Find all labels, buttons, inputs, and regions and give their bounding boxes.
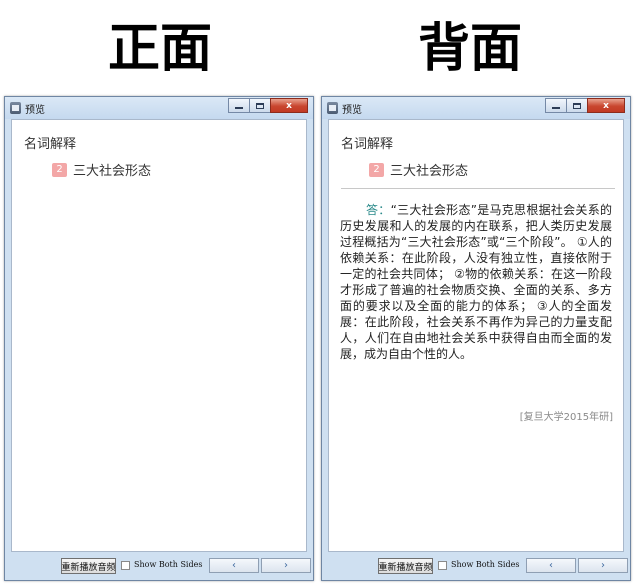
preview-window-back: 预览 x 名词解释 2 三大社会形态 答：“三大社会形态”是马克思根据社会关系的… [321, 96, 631, 581]
card-number-badge: 2 [369, 162, 384, 177]
card-heading: 名词解释 [24, 137, 77, 152]
preview-window-front: 预览 x 名词解释 2 三大社会形态 重新播放音频 Show Both Side… [4, 96, 314, 581]
app-icon [327, 102, 338, 114]
show-both-sides-label[interactable]: Show Both Sides [451, 560, 519, 569]
card-number-badge: 2 [52, 162, 67, 177]
card-heading: 名词解释 [341, 137, 394, 152]
maximize-icon [256, 102, 264, 109]
maximize-icon [573, 102, 581, 109]
minimize-button[interactable] [228, 98, 250, 113]
next-button[interactable]: › [578, 558, 628, 573]
prev-button[interactable]: ‹ [526, 558, 576, 573]
replay-audio-button[interactable]: 重新播放音频 [61, 558, 116, 574]
card-title: 三大社会形态 [390, 164, 469, 179]
card-content: 名词解释 2 三大社会形态 [11, 119, 307, 552]
bottom-bar: 重新播放音频 Show Both Sides ‹ › [322, 552, 630, 580]
minimize-icon [552, 107, 560, 109]
title-bar[interactable]: 预览 x [322, 97, 630, 119]
front-label: 正面 [107, 18, 212, 79]
window-title: 预览 [342, 105, 362, 116]
minimize-button[interactable] [545, 98, 567, 113]
close-button[interactable]: x [587, 98, 625, 113]
close-icon: x [286, 100, 292, 111]
chevron-right-icon: › [284, 560, 288, 571]
prev-button[interactable]: ‹ [209, 558, 259, 573]
maximize-button[interactable] [249, 98, 271, 113]
answer-body: “三大社会形态”是马克思根据社会关系的历史发展和人的发展的内在联系，把人类历史发… [340, 203, 612, 361]
next-button[interactable]: › [261, 558, 311, 573]
close-icon: x [603, 100, 609, 111]
show-both-sides-label[interactable]: Show Both Sides [134, 560, 202, 569]
app-icon [10, 102, 21, 114]
card-title-row: 2 三大社会形态 [52, 160, 151, 179]
maximize-button[interactable] [566, 98, 588, 113]
answer-text: 答：“三大社会形态”是马克思根据社会关系的历史发展和人的发展的内在联系，把人类历… [340, 202, 612, 362]
back-label: 背面 [417, 18, 522, 79]
close-button[interactable]: x [270, 98, 308, 113]
divider [341, 188, 615, 189]
bottom-bar: 重新播放音频 Show Both Sides ‹ › [5, 552, 313, 580]
replay-audio-button[interactable]: 重新播放音频 [378, 558, 433, 574]
window-title: 预览 [25, 105, 45, 116]
source-citation: [复旦大学2015年研] [519, 412, 613, 423]
title-bar[interactable]: 预览 x [5, 97, 313, 119]
answer-label: 答： [366, 203, 391, 217]
show-both-sides-checkbox[interactable] [438, 561, 447, 570]
show-both-sides-checkbox[interactable] [121, 561, 130, 570]
card-title: 三大社会形态 [73, 164, 152, 179]
card-content: 名词解释 2 三大社会形态 答：“三大社会形态”是马克思根据社会关系的历史发展和… [328, 119, 624, 552]
card-title-row: 2 三大社会形态 [369, 160, 468, 179]
chevron-left-icon: ‹ [232, 560, 236, 571]
chevron-right-icon: › [601, 560, 605, 571]
minimize-icon [235, 107, 243, 109]
chevron-left-icon: ‹ [549, 560, 553, 571]
